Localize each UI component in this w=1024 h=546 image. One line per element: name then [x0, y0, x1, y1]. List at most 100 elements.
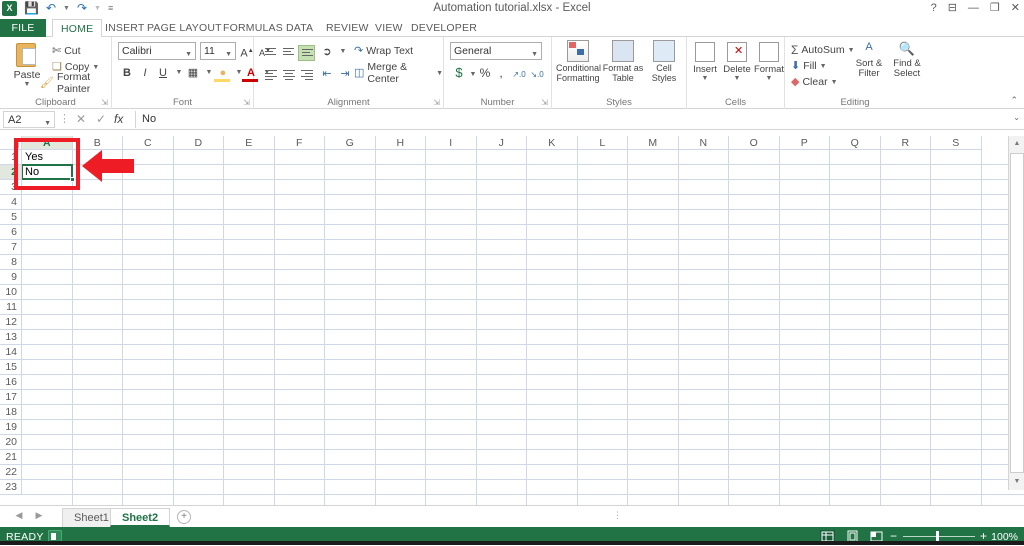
name-box-dropdown-icon[interactable]: ▼ — [44, 116, 51, 132]
column-header-p[interactable]: P — [779, 136, 830, 150]
number-format-dropdown-icon[interactable]: ▼ — [531, 47, 538, 62]
tab-developer[interactable]: DEVELOPER — [403, 19, 485, 37]
row-header-9[interactable]: 9 — [0, 270, 22, 285]
tab-file[interactable]: FILE — [0, 19, 46, 37]
fill-button[interactable]: ⬇ Fill ▼ — [791, 58, 827, 74]
align-right-button[interactable] — [298, 67, 315, 83]
column-header-r[interactable]: R — [880, 136, 931, 150]
column-header-m[interactable]: M — [628, 136, 679, 150]
row-header-10[interactable]: 10 — [0, 285, 22, 300]
row-header-17[interactable]: 17 — [0, 390, 22, 405]
row-header-12[interactable]: 12 — [0, 315, 22, 330]
font-name-input[interactable]: Calibri ▼ — [118, 42, 196, 60]
zoom-slider-track[interactable] — [903, 536, 975, 537]
insert-dropdown-icon[interactable]: ▼ — [691, 75, 719, 82]
font-dialog-launcher[interactable]: ⇲ — [243, 98, 250, 107]
previous-sheet-button[interactable]: ◀ — [12, 510, 26, 521]
sheet-tab-sheet2[interactable]: Sheet2 — [110, 508, 171, 527]
vertical-scroll-thumb[interactable] — [1010, 153, 1024, 473]
bold-button[interactable]: B — [118, 64, 136, 82]
font-size-input[interactable]: 11 ▼ — [200, 42, 236, 60]
row-header-14[interactable]: 14 — [0, 345, 22, 360]
vertical-scrollbar[interactable]: ▲ ▼ — [1008, 136, 1024, 490]
column-header-q[interactable]: Q — [830, 136, 881, 150]
row-header-21[interactable]: 21 — [0, 450, 22, 465]
row-header-16[interactable]: 16 — [0, 375, 22, 390]
decrease-decimal-button[interactable]: ↘.0 — [528, 66, 546, 84]
clear-dropdown-icon[interactable]: ▼ — [831, 79, 838, 86]
column-header-l[interactable]: L — [577, 136, 628, 150]
row-header-13[interactable]: 13 — [0, 330, 22, 345]
minimize-button[interactable]: — — [968, 2, 979, 14]
tab-home[interactable]: HOME — [52, 19, 103, 38]
row-header-4[interactable]: 4 — [0, 195, 22, 210]
insert-cells-button[interactable]: Insert ▼ — [691, 42, 719, 82]
comma-format-button[interactable]: , — [492, 64, 510, 82]
ribbon-display-options-button[interactable]: ⊟ — [948, 1, 957, 14]
align-bottom-button[interactable] — [298, 45, 315, 61]
align-left-button[interactable] — [262, 67, 279, 83]
format-cells-button[interactable]: Format ▼ — [753, 42, 785, 82]
merge-center-dropdown-icon[interactable]: ▼ — [436, 70, 443, 77]
format-painter-button[interactable]: 🖌 Format Painter — [40, 71, 111, 95]
row-header-18[interactable]: 18 — [0, 405, 22, 420]
expand-formula-bar-icon[interactable]: ⌄ — [1013, 113, 1020, 122]
cell-area[interactable]: Yes No — [22, 150, 1024, 505]
enter-icon[interactable]: ✓ — [96, 112, 106, 126]
row-header-20[interactable]: 20 — [0, 435, 22, 450]
row-header-19[interactable]: 19 — [0, 420, 22, 435]
restore-button[interactable]: ❐ — [990, 1, 1000, 14]
autosum-button[interactable]: Σ AutoSum ▼ — [791, 42, 855, 58]
collapse-ribbon-button[interactable]: ⌃ — [1010, 95, 1018, 106]
number-format-select[interactable]: General ▼ — [450, 42, 542, 60]
cut-button[interactable]: ✄ Cut — [52, 43, 81, 59]
align-center-button[interactable] — [280, 67, 297, 83]
find-select-button[interactable]: 🔍 Find & Select — [888, 41, 926, 79]
delete-cells-button[interactable]: ✕ Delete ▼ — [722, 42, 752, 82]
row-header-23[interactable]: 23 — [0, 480, 22, 495]
column-header-f[interactable]: F — [274, 136, 325, 150]
tab-data[interactable]: DATA — [278, 19, 321, 37]
align-middle-button[interactable] — [280, 45, 297, 61]
formula-input[interactable]: No — [135, 111, 1004, 128]
insert-function-icon[interactable]: fx — [114, 112, 123, 126]
row-header-7[interactable]: 7 — [0, 240, 22, 255]
row-header-22[interactable]: 22 — [0, 465, 22, 480]
add-sheet-button[interactable]: + — [177, 510, 191, 524]
italic-button[interactable]: I — [136, 64, 154, 82]
scroll-up-icon[interactable]: ▲ — [1009, 136, 1024, 152]
row-header-8[interactable]: 8 — [0, 255, 22, 270]
clear-button[interactable]: ◆ Clear ▼ — [791, 74, 838, 90]
format-dropdown-icon[interactable]: ▼ — [753, 75, 785, 82]
increase-decimal-button[interactable]: ↗.0 — [510, 66, 528, 84]
row-header-11[interactable]: 11 — [0, 300, 22, 315]
column-header-d[interactable]: D — [173, 136, 224, 150]
column-header-g[interactable]: G — [325, 136, 376, 150]
close-button[interactable]: ✕ — [1011, 1, 1020, 14]
column-header-n[interactable]: N — [678, 136, 729, 150]
alignment-dialog-launcher[interactable]: ⇲ — [433, 98, 440, 107]
help-button[interactable]: ? — [931, 2, 937, 14]
decrease-indent-button[interactable]: ⇤ — [318, 65, 336, 83]
number-dialog-launcher[interactable]: ⇲ — [541, 98, 548, 107]
font-name-dropdown-icon[interactable]: ▼ — [185, 47, 192, 62]
conditional-formatting-button[interactable]: Conditional Formatting — [556, 40, 601, 83]
format-as-table-button[interactable]: Format as Table — [602, 40, 644, 83]
wrap-text-button[interactable]: ↷ Wrap Text — [354, 43, 413, 59]
copy-dropdown-icon[interactable]: ▼ — [92, 64, 99, 71]
next-sheet-button[interactable]: ▶ — [32, 510, 46, 521]
delete-dropdown-icon[interactable]: ▼ — [722, 75, 752, 82]
row-header-5[interactable]: 5 — [0, 210, 22, 225]
row-header-6[interactable]: 6 — [0, 225, 22, 240]
column-header-o[interactable]: O — [729, 136, 780, 150]
align-top-button[interactable] — [262, 45, 279, 61]
split-handle[interactable]: ⋮ — [613, 510, 622, 521]
merge-center-button[interactable]: ◫ Merge & Center ▼ — [354, 61, 443, 85]
name-box[interactable]: A2 ▼ — [3, 111, 55, 128]
fill-dropdown-icon[interactable]: ▼ — [820, 63, 827, 70]
orientation-dropdown-icon[interactable]: ▼ — [334, 43, 352, 61]
scroll-down-icon[interactable]: ▼ — [1009, 474, 1024, 490]
row-header-15[interactable]: 15 — [0, 360, 22, 375]
cell-styles-button[interactable]: Cell Styles — [645, 40, 683, 83]
column-header-s[interactable]: S — [931, 136, 982, 150]
